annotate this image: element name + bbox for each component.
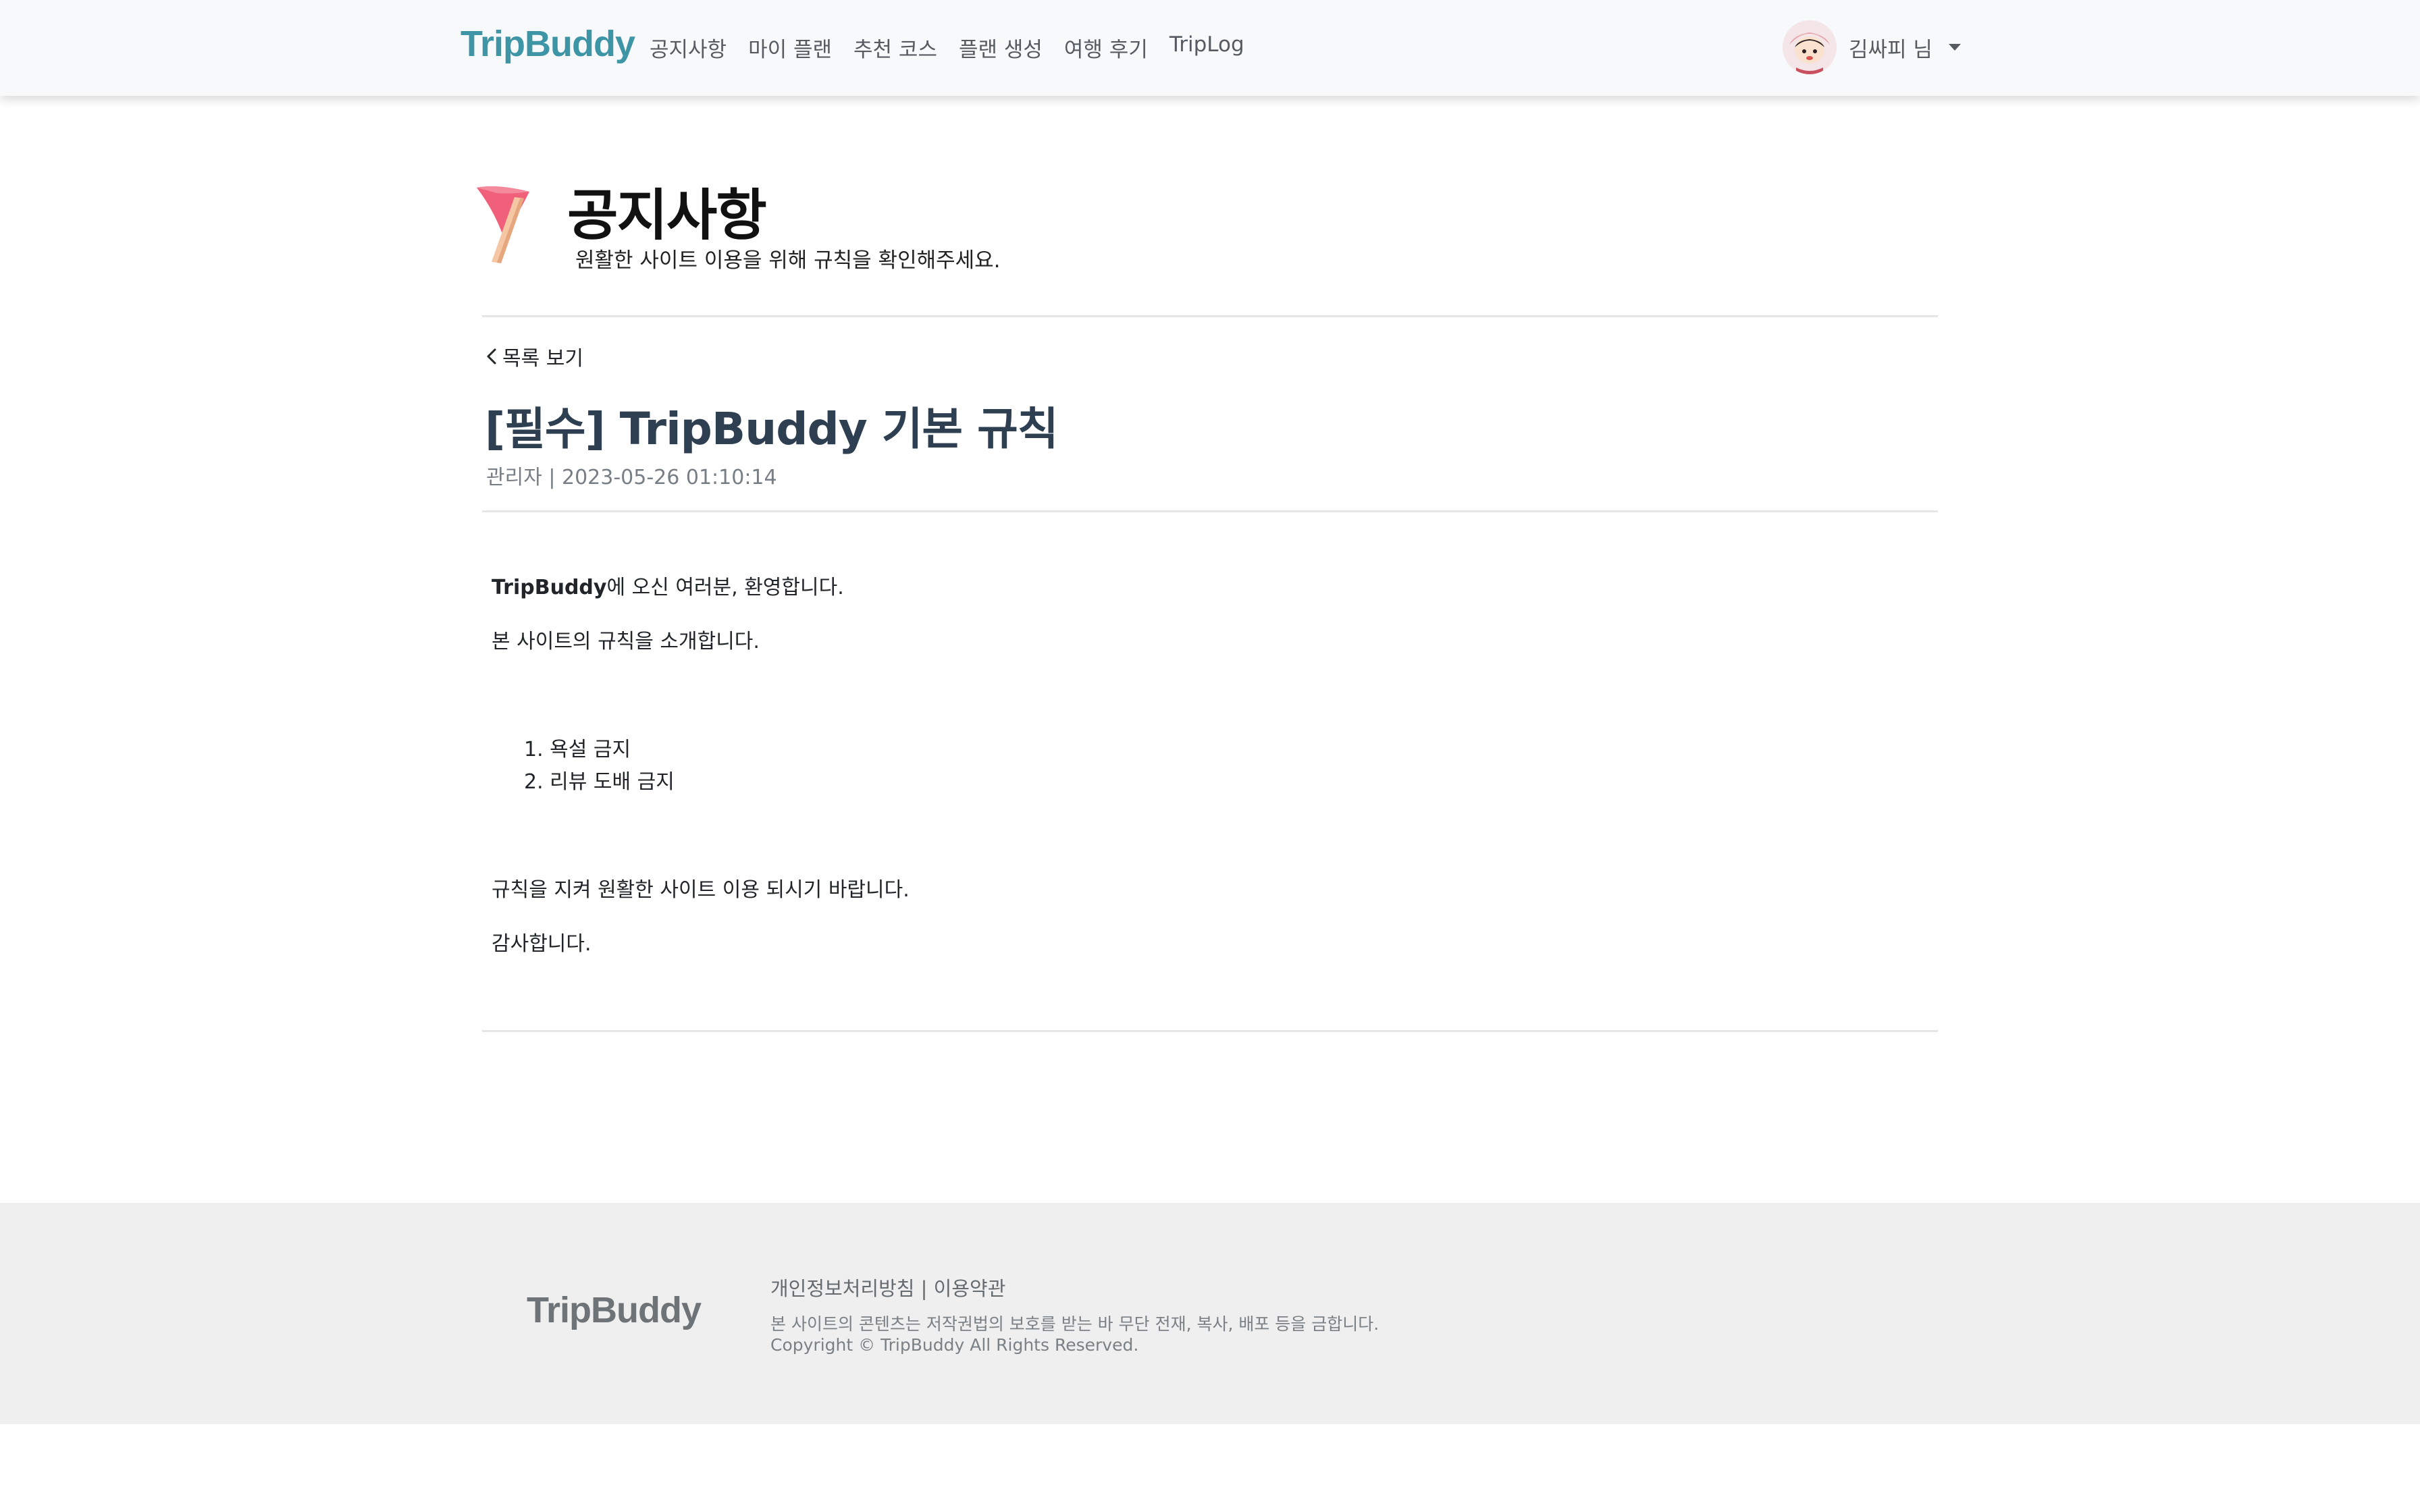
brand-logo[interactable]: TripBuddy — [461, 23, 635, 65]
footer: TripBuddy 개인정보처리방침 | 이용약관 본 사이트의 콘텐츠는 저작… — [0, 1203, 2420, 1424]
post-line-4: 감사합니다. — [492, 932, 591, 956]
post-title-divider — [482, 510, 1938, 512]
top-navbar: TripBuddy 공지사항 마이 플랜 추천 코스 플랜 생성 여행 후기 T… — [0, 0, 2420, 96]
terms-link[interactable]: 이용약관 — [934, 1277, 1006, 1300]
privacy-policy-link[interactable]: 개인정보처리방침 — [770, 1277, 914, 1300]
post-intro-brand: TripBuddy — [492, 576, 607, 599]
nav-menu: 공지사항 마이 플랜 추천 코스 플랜 생성 여행 후기 TripLog — [650, 32, 1244, 63]
footer-copyright: Copyright © TripBuddy All Rights Reserve… — [770, 1335, 1139, 1355]
flag-icon — [470, 184, 535, 265]
avatar-icon — [1783, 20, 1837, 74]
post-intro: TripBuddy에 오신 여러분, 환영합니다. — [492, 570, 844, 600]
nav-item-triplog[interactable]: TripLog — [1169, 32, 1244, 63]
footer-copyright-notice: 본 사이트의 콘텐츠는 저작권법의 보호를 받는 바 무단 전재, 복사, 배포… — [770, 1314, 1379, 1334]
post-body-divider — [482, 1030, 1938, 1032]
user-name: 김싸피 님 — [1849, 37, 1932, 62]
footer-brand-logo: TripBuddy — [527, 1290, 702, 1330]
user-menu-dropdown[interactable]: 김싸피 님 — [1783, 20, 1961, 74]
nav-item-recommended-course[interactable]: 추천 코스 — [853, 32, 937, 63]
nav-item-travel-review[interactable]: 여행 후기 — [1064, 32, 1148, 63]
post-line-2: 본 사이트의 규칙을 소개합니다. — [492, 630, 760, 653]
nav-item-create-plan[interactable]: 플랜 생성 — [959, 32, 1043, 63]
nav-item-notice[interactable]: 공지사항 — [650, 32, 727, 63]
caret-down-icon — [1948, 44, 1961, 51]
post-title: [필수] TripBuddy 기본 규칙 — [485, 403, 1059, 455]
page-subtitle: 원활한 사이트 이용을 위해 규칙을 확인해주세요. — [575, 248, 1001, 273]
post-intro-text: 에 오신 여러분, 환영합니다. — [606, 576, 844, 599]
chevron-left-icon — [487, 348, 496, 364]
footer-link-separator: | — [914, 1277, 934, 1300]
back-to-list-link[interactable]: 목록 보기 — [485, 342, 583, 371]
header-divider — [482, 315, 1938, 317]
nav-item-my-plan[interactable]: 마이 플랜 — [748, 32, 832, 63]
rule-item-2: 2. 리뷰 도배 금지 — [524, 770, 675, 794]
page-title: 공지사항 — [567, 184, 767, 248]
rule-item-1: 1. 욕설 금지 — [524, 738, 631, 761]
footer-links: 개인정보처리방침 | 이용약관 — [770, 1273, 1005, 1301]
post-meta: 관리자 | 2023-05-26 01:10:14 — [486, 466, 777, 489]
back-label: 목록 보기 — [502, 347, 583, 371]
post-line-3: 규칙을 지켜 원활한 사이트 이용 되시기 바랍니다. — [492, 878, 910, 902]
